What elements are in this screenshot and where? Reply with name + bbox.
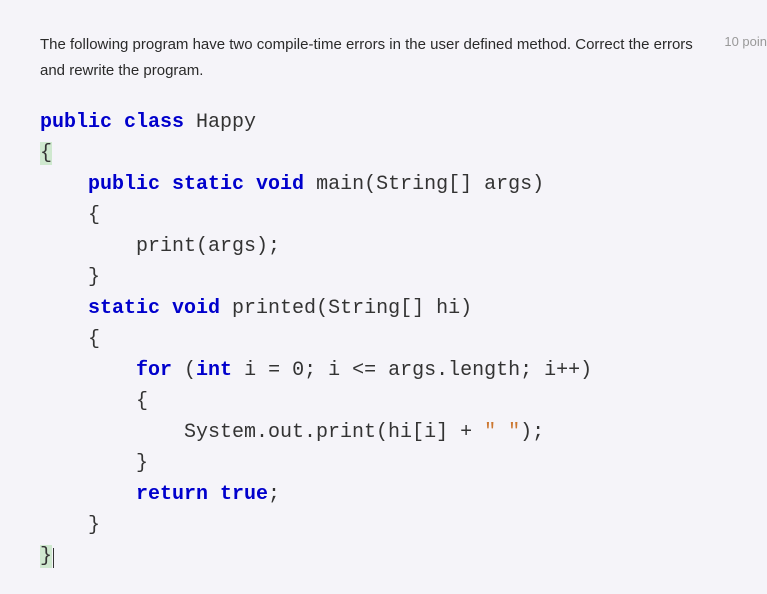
keyword-return-true: return true <box>136 483 268 506</box>
string-literal: " " <box>484 421 520 444</box>
close-brace-highlight: } <box>40 545 52 568</box>
class-name: Happy <box>184 111 256 134</box>
for-condition: i = 0; i <= args.length; i++) <box>232 359 592 382</box>
code-line: print(args); <box>40 235 280 258</box>
code-line: { <box>40 328 100 351</box>
keyword-int: int <box>196 359 232 382</box>
code-line: { <box>40 390 148 413</box>
code-line: } <box>40 452 148 475</box>
semicolon: ; <box>268 483 280 506</box>
points-label: 10 poin <box>724 32 767 49</box>
code-block: public class Happy { public static void … <box>40 107 767 572</box>
print-end: ); <box>520 421 544 444</box>
keyword-public-static-void: public static void <box>88 173 304 196</box>
indent <box>40 359 136 382</box>
keyword-public-class: public class <box>40 111 184 134</box>
open-brace-highlight: { <box>40 142 52 165</box>
method-signature: printed(String[] hi) <box>220 297 472 320</box>
indent <box>40 173 88 196</box>
code-line: { <box>40 204 100 227</box>
question-header: The following program have two compile-t… <box>40 32 767 83</box>
indent <box>40 483 136 506</box>
indent <box>40 297 88 320</box>
main-signature: main(String[] args) <box>304 173 544 196</box>
text-cursor <box>52 545 54 568</box>
question-text: The following program have two compile-t… <box>40 32 708 83</box>
code-line: } <box>40 514 100 537</box>
for-paren: ( <box>172 359 196 382</box>
print-call: System.out.print(hi[i] + <box>40 421 484 444</box>
keyword-static-void: static void <box>88 297 220 320</box>
code-line: } <box>40 266 100 289</box>
keyword-for: for <box>136 359 172 382</box>
